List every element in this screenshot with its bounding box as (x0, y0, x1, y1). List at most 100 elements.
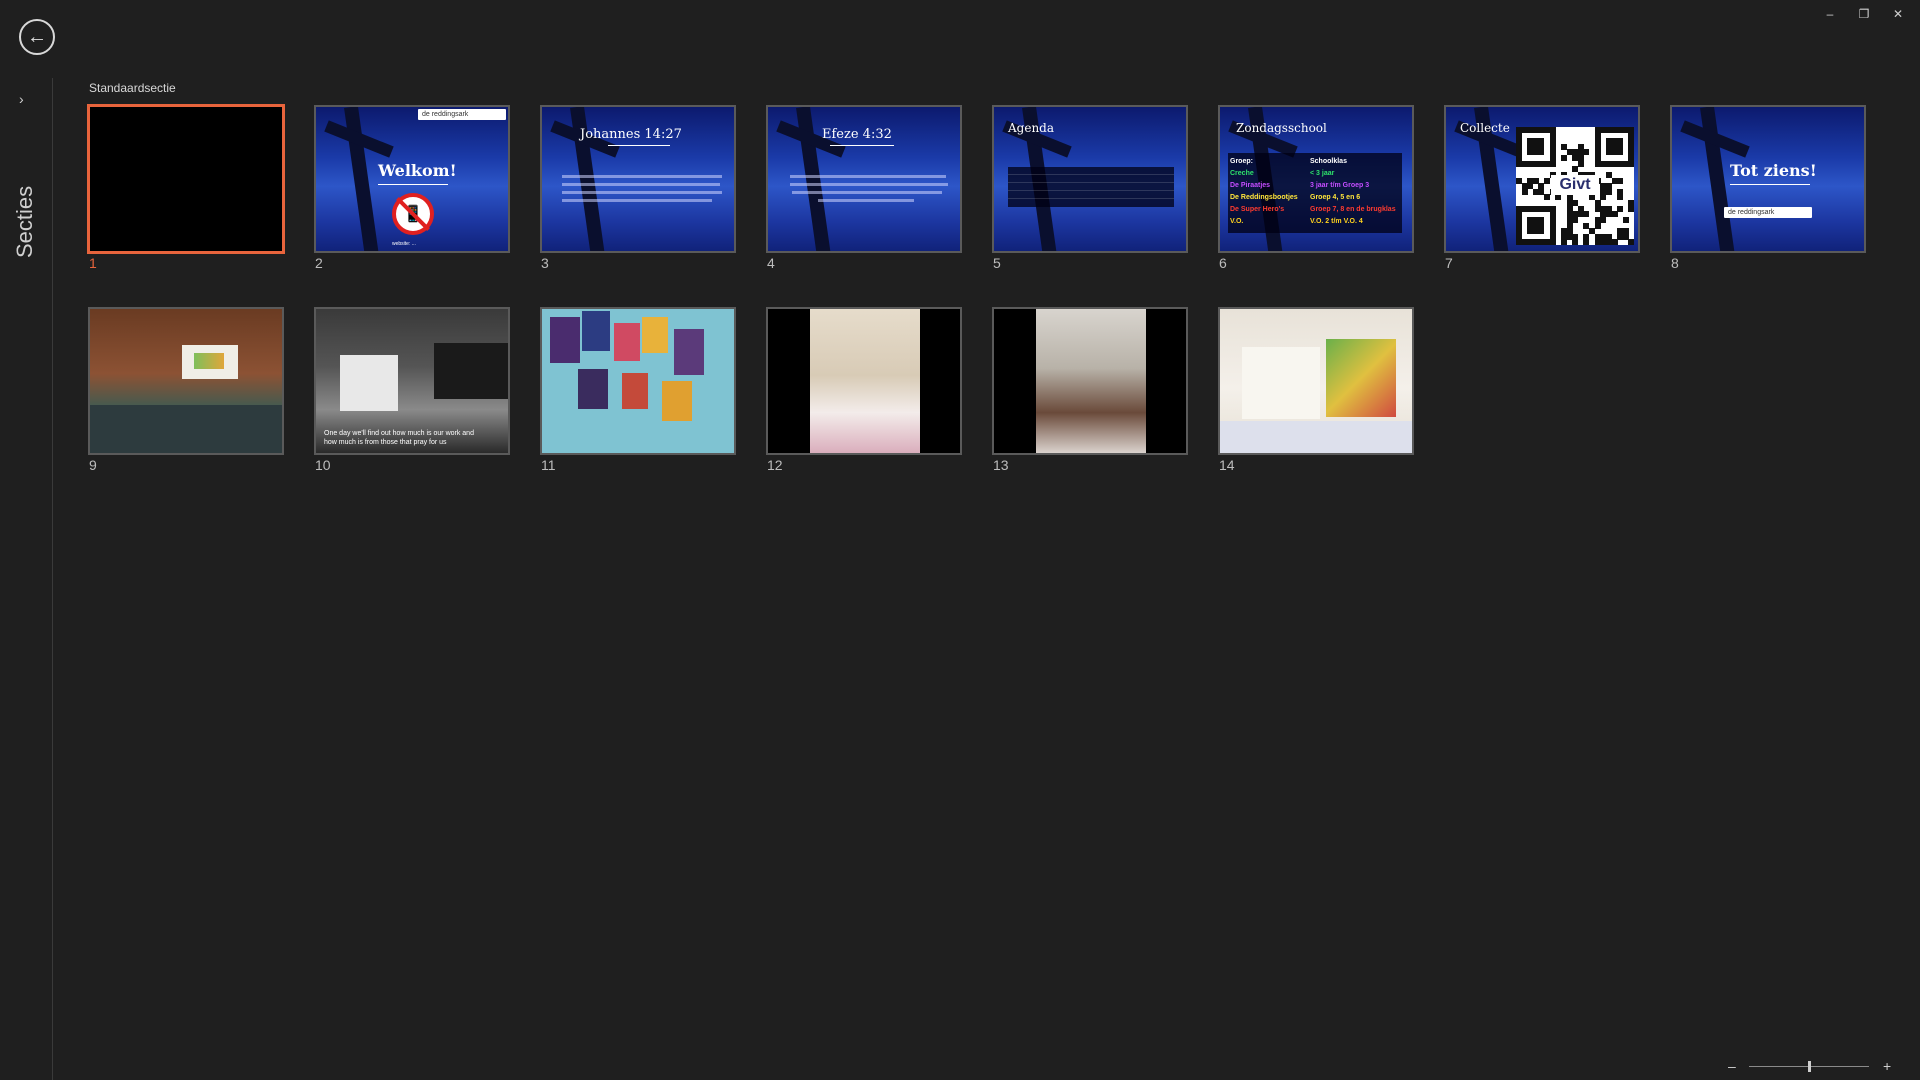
title-underline (1730, 184, 1810, 185)
church-logo: de reddingsark (418, 109, 506, 120)
qr-module (1583, 149, 1590, 156)
group-name: De Super Hero's (1230, 206, 1285, 213)
slide-thumbnail-3[interactable]: Johannes 14:27 (540, 105, 736, 253)
slide-number: 14 (1219, 457, 1235, 473)
sunday-school-table: Groep: Schoolklas Creche < 3 jaar De Piraatj… (1228, 153, 1402, 233)
givt-logo: Givt (1551, 175, 1599, 195)
body-text-line (562, 199, 712, 202)
artwork (662, 381, 692, 421)
artwork (674, 329, 704, 375)
school-class: Groep 7, 8 en de brugklas (1310, 206, 1396, 213)
back-arrow-icon: ← (27, 26, 47, 48)
group-name: V.O. (1230, 218, 1244, 225)
qr-module (1617, 149, 1624, 156)
qr-module (1555, 194, 1562, 201)
section-title[interactable]: Standaardsectie (89, 81, 176, 95)
qr-module (1544, 194, 1551, 201)
agenda-table (1008, 167, 1174, 207)
body-text-line (562, 175, 722, 178)
zoom-in-button[interactable]: + (1883, 1058, 1891, 1074)
slide-title: Zondagsschool (1236, 121, 1327, 135)
sunday-school-row: V.O. V.O. 2 t/m V.O. 4 (1230, 216, 1400, 228)
artwork (550, 317, 580, 363)
qr-module (1617, 177, 1624, 184)
back-button[interactable]: ← (19, 19, 55, 55)
school-class: V.O. 2 t/m V.O. 4 (1310, 218, 1363, 225)
zoom-out-button[interactable]: – (1728, 1058, 1736, 1074)
qr-module (1622, 216, 1629, 223)
qr-module (1611, 211, 1618, 218)
sunday-school-row: De Piraatjes 3 jaar t/m Groep 3 (1230, 180, 1400, 192)
zoom-slider-thumb[interactable] (1808, 1061, 1811, 1072)
qr-module (1577, 160, 1584, 167)
qr-module (1583, 239, 1590, 246)
qr-module (1572, 239, 1579, 246)
slide-thumbnail-8[interactable]: Tot ziens! de reddingsark (1670, 105, 1866, 253)
slide-thumbnail-1[interactable] (88, 105, 284, 253)
group-name: De Reddingsbootjes (1230, 194, 1298, 201)
sections-toggle[interactable]: Secties (12, 186, 42, 260)
school-class: < 3 jaar (1310, 170, 1335, 177)
group-name: Groep: (1230, 158, 1253, 165)
slide-number: 10 (315, 457, 331, 473)
white-screen (340, 355, 398, 411)
slide-number: 13 (993, 457, 1009, 473)
qr-module (1549, 160, 1556, 167)
sunday-school-row: De Reddingsbootjes Groep 4, 5 en 6 (1230, 192, 1400, 204)
close-button[interactable]: ✕ (1886, 4, 1910, 24)
artwork (582, 311, 610, 351)
slide-thumbnail-6[interactable]: Zondagsschool Groep: Schoolklas Creche < 3 … (1218, 105, 1414, 253)
screen-image (194, 353, 224, 369)
body-text-line (818, 199, 914, 202)
text-screen (434, 343, 508, 399)
group-name: Creche (1230, 170, 1254, 177)
slide-footer: website: ... (392, 241, 416, 247)
body-text-line (792, 191, 942, 194)
slide-number: 6 (1219, 255, 1227, 271)
title-underline (830, 145, 894, 146)
body-text-line (562, 183, 720, 186)
qr-module (1560, 239, 1567, 246)
minimize-button[interactable]: – (1818, 4, 1842, 24)
caption: One day we'll find out how much is our w… (324, 430, 474, 446)
sunday-school-row: De Super Hero's Groep 7, 8 en de brugklas (1230, 204, 1400, 216)
slide-number: 12 (767, 457, 783, 473)
slide-number: 4 (767, 255, 775, 271)
slide-thumbnail-7[interactable]: Collecte Givt (1444, 105, 1640, 253)
group-name: De Piraatjes (1230, 182, 1271, 189)
qr-module (1628, 205, 1635, 212)
slide-number: 7 (1445, 255, 1453, 271)
qr-module (1549, 239, 1556, 246)
slide-thumbnail-13[interactable] (992, 307, 1188, 455)
slide-thumbnail-14[interactable] (1218, 307, 1414, 455)
expand-chevron-icon[interactable]: › (19, 91, 24, 107)
qr-module (1521, 188, 1528, 195)
slide-title: Welkom! (378, 161, 457, 180)
slide-thumbnail-9[interactable] (88, 307, 284, 455)
artwork (622, 373, 648, 409)
qr-module (1583, 211, 1590, 218)
slide-thumbnail-2[interactable]: de reddingsark Welkom! 📱 website: ... (314, 105, 510, 253)
title-underline (608, 145, 670, 146)
qr-module (1617, 194, 1624, 201)
photo (1036, 309, 1146, 453)
slide-number: 2 (315, 255, 323, 271)
sections-label: Secties (12, 185, 37, 258)
school-class: Groep 4, 5 en 6 (1310, 194, 1361, 201)
qr-module (1560, 155, 1567, 162)
slide-title: Johannes 14:27 (580, 127, 682, 142)
slide-thumbnail-5[interactable]: Agenda (992, 105, 1188, 253)
audience (90, 405, 282, 453)
artwork (578, 369, 608, 409)
qr-module (1538, 149, 1545, 156)
slide-thumbnail-12[interactable] (766, 307, 962, 455)
slide-thumbnail-4[interactable]: Efeze 4:32 (766, 105, 962, 253)
qr-module (1600, 194, 1607, 201)
restore-button[interactable]: ❐ (1852, 4, 1876, 24)
qr-module (1538, 228, 1545, 235)
tablecloth (1220, 421, 1412, 453)
qr-module (1572, 216, 1579, 223)
slide-thumbnail-11[interactable] (540, 307, 736, 455)
slide-number: 5 (993, 255, 1001, 271)
slide-thumbnail-10[interactable]: One day we'll find out how much is our w… (314, 307, 510, 455)
